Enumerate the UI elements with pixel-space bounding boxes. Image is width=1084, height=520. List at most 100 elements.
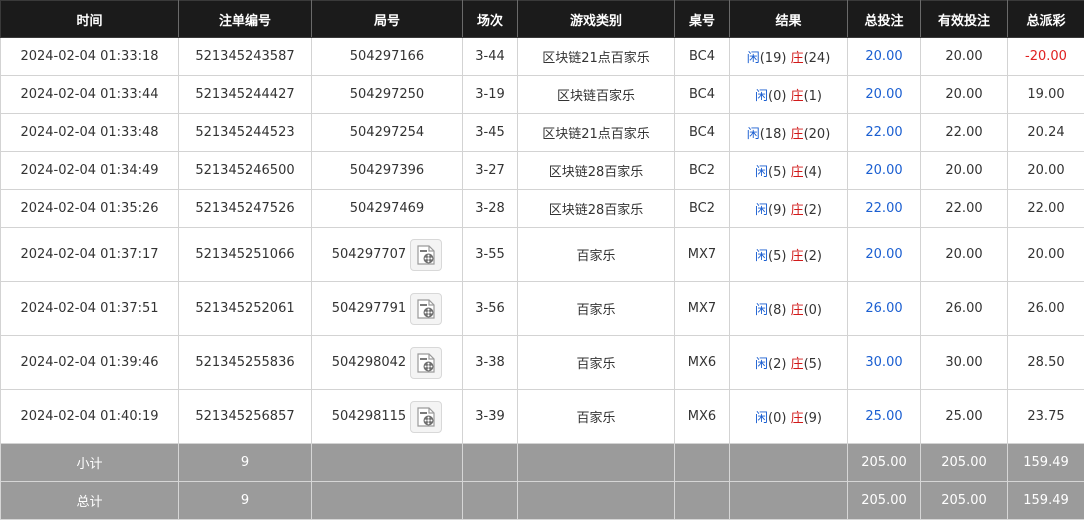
- cell-valid-bet: 20.00: [921, 76, 1008, 114]
- cell-shoe: 3-56: [463, 282, 518, 336]
- round-id: 504297469: [350, 201, 424, 216]
- round-id: 504297250: [350, 87, 424, 102]
- subtotal-label: 小计: [1, 444, 179, 482]
- banker-score: (9): [804, 411, 822, 426]
- banker-score: (20): [804, 127, 831, 142]
- cell-round: 504298115: [312, 390, 463, 444]
- cell-bet-id: 521345256857: [179, 390, 312, 444]
- cell-payout: 28.50: [1008, 336, 1084, 390]
- col-header-game: 游戏类别: [518, 1, 675, 38]
- cell-payout: 20.00: [1008, 152, 1084, 190]
- banker-label: 庄: [791, 249, 804, 264]
- cell-game: 百家乐: [518, 336, 675, 390]
- col-header-shoe: 场次: [463, 1, 518, 38]
- cell-round: 504297250: [312, 76, 463, 114]
- total-count: 9: [179, 482, 312, 520]
- cell-payout: 20.24: [1008, 114, 1084, 152]
- table-row: 2024-02-04 01:37:51521345252061504297791…: [1, 282, 1084, 336]
- cell-payout: 23.75: [1008, 390, 1084, 444]
- video-replay-button[interactable]: [410, 347, 442, 379]
- cell-valid-bet: 25.00: [921, 390, 1008, 444]
- cell-game: 百家乐: [518, 282, 675, 336]
- round-id: 504297707: [332, 247, 406, 262]
- banker-label: 庄: [791, 357, 804, 372]
- col-header-valid-bet: 有效投注: [921, 1, 1008, 38]
- table-body: 2024-02-04 01:33:18521345243587 504297166…: [1, 38, 1084, 444]
- table-row: 2024-02-04 01:39:46521345255836504298042…: [1, 336, 1084, 390]
- cell-game: 区块链28百家乐: [518, 190, 675, 228]
- banker-label: 庄: [791, 203, 804, 218]
- cell-shoe: 3-27: [463, 152, 518, 190]
- cell-game: 区块链28百家乐: [518, 152, 675, 190]
- cell-game: 区块链21点百家乐: [518, 38, 675, 76]
- cell-bet-id: 521345251066: [179, 228, 312, 282]
- col-header-time: 时间: [1, 1, 179, 38]
- cell-round: 504297166: [312, 38, 463, 76]
- round-id: 504297166: [350, 49, 424, 64]
- cell-valid-bet: 20.00: [921, 228, 1008, 282]
- cell-game: 百家乐: [518, 228, 675, 282]
- video-replay-icon: [415, 298, 437, 320]
- player-score: (2): [768, 357, 786, 372]
- player-score: (8): [768, 303, 786, 318]
- cell-total-bet: 25.00: [848, 390, 921, 444]
- cell-shoe: 3-45: [463, 114, 518, 152]
- banker-label: 庄: [791, 411, 804, 426]
- cell-bet-id: 521345244427: [179, 76, 312, 114]
- round-id: 504298042: [332, 355, 406, 370]
- table-row: 2024-02-04 01:40:19521345256857 504298115…: [1, 390, 1084, 444]
- cell-round: 504297469: [312, 190, 463, 228]
- cell-total-bet: 30.00: [848, 336, 921, 390]
- banker-score: (5): [804, 357, 822, 372]
- video-replay-button[interactable]: [410, 401, 442, 433]
- cell-shoe: 3-39: [463, 390, 518, 444]
- cell-shoe: 3-19: [463, 76, 518, 114]
- cell-bet-id: 521345243587: [179, 38, 312, 76]
- col-header-total-bet: 总投注: [848, 1, 921, 38]
- cell-payout: 26.00: [1008, 282, 1084, 336]
- cell-round: 504297791: [312, 282, 463, 336]
- cell-payout: -20.00: [1008, 38, 1084, 76]
- video-replay-icon: [415, 352, 437, 374]
- video-replay-button[interactable]: [410, 239, 442, 271]
- round-id: 504297396: [350, 163, 424, 178]
- round-id: 504298115: [332, 409, 406, 424]
- subtotal-total-bet: 205.00: [848, 444, 921, 482]
- video-replay-button[interactable]: [410, 293, 442, 325]
- player-label: 闲: [755, 411, 768, 426]
- bet-records-table: 时间 注单编号 局号 场次 游戏类别 桌号 结果 总投注 有效投注 总派彩 20…: [0, 0, 1084, 520]
- cell-shoe: 3-44: [463, 38, 518, 76]
- cell-round: 504298042: [312, 336, 463, 390]
- cell-time: 2024-02-04 01:34:49: [1, 152, 179, 190]
- player-label: 闲: [755, 357, 768, 372]
- cell-table: BC4: [675, 114, 730, 152]
- cell-table: MX7: [675, 228, 730, 282]
- banker-score: (4): [804, 165, 822, 180]
- table-row: 2024-02-04 01:35:26521345247526504297469…: [1, 190, 1084, 228]
- cell-result: 闲(2) 庄(5): [730, 336, 848, 390]
- cell-bet-id: 521345246500: [179, 152, 312, 190]
- banker-score: (24): [804, 51, 831, 66]
- cell-time: 2024-02-04 01:40:19: [1, 390, 179, 444]
- cell-total-bet: 22.00: [848, 190, 921, 228]
- round-id: 504297254: [350, 125, 424, 140]
- table-row: 2024-02-04 01:33:44521345244427504297250…: [1, 76, 1084, 114]
- player-score: (18): [760, 127, 787, 142]
- cell-bet-id: 521345255836: [179, 336, 312, 390]
- table-row: 2024-02-04 01:33:18521345243587 504297166…: [1, 38, 1084, 76]
- cell-time: 2024-02-04 01:33:48: [1, 114, 179, 152]
- cell-table: MX7: [675, 282, 730, 336]
- player-label: 闲: [755, 165, 768, 180]
- cell-time: 2024-02-04 01:33:18: [1, 38, 179, 76]
- video-replay-icon: [415, 406, 437, 428]
- table-row: 2024-02-04 01:34:49521345246500 504297396…: [1, 152, 1084, 190]
- cell-result: 闲(19) 庄(24): [730, 38, 848, 76]
- total-label: 总计: [1, 482, 179, 520]
- cell-shoe: 3-28: [463, 190, 518, 228]
- cell-payout: 22.00: [1008, 190, 1084, 228]
- cell-valid-bet: 20.00: [921, 152, 1008, 190]
- player-label: 闲: [755, 89, 768, 104]
- cell-result: 闲(5) 庄(4): [730, 152, 848, 190]
- banker-label: 庄: [791, 51, 804, 66]
- subtotal-count: 9: [179, 444, 312, 482]
